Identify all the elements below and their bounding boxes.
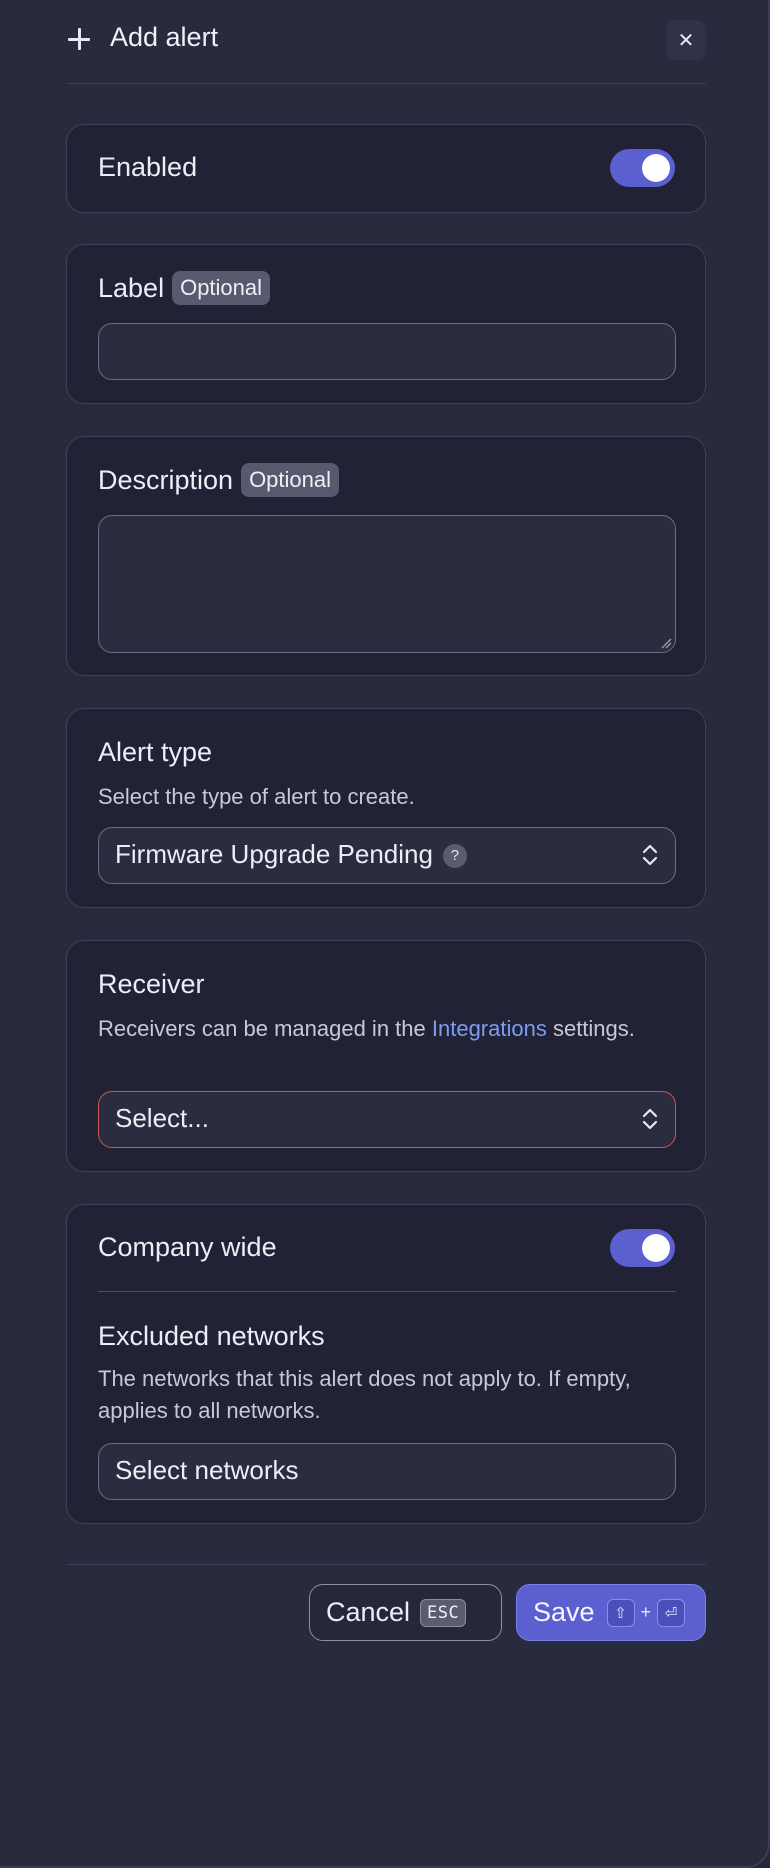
- enabled-toggle[interactable]: [610, 149, 675, 187]
- alert-type-card: Alert type Select the type of alert to c…: [66, 708, 706, 908]
- enter-key-icon: ⏎: [657, 1598, 686, 1627]
- label-card: Label Optional: [66, 244, 706, 404]
- cancel-button[interactable]: Cancel ESC: [309, 1584, 502, 1641]
- networks-placeholder: Select networks: [115, 1455, 299, 1485]
- add-alert-panel: Add alert ✕ Enabled Label Optional Descri…: [0, 0, 770, 1868]
- integrations-link[interactable]: Integrations: [432, 1016, 547, 1041]
- receiver-help-prefix: Receivers can be managed in the: [98, 1016, 432, 1041]
- shift-key-icon: ⇧: [606, 1598, 635, 1627]
- label-field-title: Label: [98, 273, 165, 303]
- plus-separator: +: [640, 1602, 652, 1622]
- save-label: Save: [533, 1597, 595, 1627]
- optional-badge: Optional: [241, 463, 340, 497]
- description-card: Description Optional: [66, 436, 706, 676]
- cancel-label: Cancel: [326, 1597, 411, 1627]
- alert-type-label: Alert type: [98, 737, 213, 767]
- label-field-label: Label Optional: [98, 271, 271, 305]
- toggle-knob: [642, 1234, 670, 1262]
- toggle-knob: [642, 154, 670, 182]
- alert-type-select[interactable]: Firmware Upgrade Pending?: [98, 827, 676, 884]
- receiver-placeholder: Select...: [115, 1103, 209, 1133]
- enabled-label: Enabled: [98, 152, 198, 182]
- receiver-help: Receivers can be managed in the Integrat…: [98, 1013, 678, 1045]
- save-button[interactable]: Save ⇧ + ⏎: [516, 1584, 706, 1641]
- question-icon[interactable]: ?: [442, 844, 467, 868]
- excluded-networks-help: The networks that this alert does not ap…: [98, 1366, 631, 1423]
- receiver-label: Receiver: [98, 969, 205, 999]
- alert-type-help: Select the type of alert to create.: [98, 784, 415, 809]
- divider: [98, 1291, 676, 1292]
- company-wide-label: Company wide: [98, 1232, 277, 1262]
- receiver-select[interactable]: Select...: [98, 1091, 676, 1148]
- save-shortcut-hint: ⇧ + ⏎: [606, 1598, 686, 1627]
- esc-key-hint: ESC: [420, 1598, 467, 1627]
- label-input[interactable]: [98, 323, 676, 380]
- panel-title: Add alert: [110, 22, 219, 52]
- enabled-card: Enabled: [66, 124, 706, 213]
- receiver-help-suffix: settings.: [546, 1016, 635, 1041]
- chevron-updown-icon: [642, 844, 658, 866]
- chevron-updown-icon: [642, 1108, 658, 1130]
- description-field-label: Description Optional: [98, 463, 340, 497]
- receiver-card: Receiver Receivers can be managed in the…: [66, 940, 706, 1172]
- resize-handle-icon[interactable]: [660, 637, 672, 649]
- footer-divider: [66, 1564, 706, 1565]
- networks-select[interactable]: Select networks: [98, 1443, 676, 1500]
- description-textarea[interactable]: [98, 515, 676, 653]
- close-icon: ✕: [677, 29, 695, 52]
- company-wide-card: Company wide Excluded networks The netwo…: [66, 1204, 706, 1524]
- description-field-title: Description: [98, 465, 234, 495]
- company-wide-toggle[interactable]: [610, 1229, 675, 1267]
- close-button[interactable]: ✕: [666, 20, 706, 60]
- alert-type-selected-text: Firmware Upgrade Pending: [115, 839, 433, 869]
- excluded-networks-label: Excluded networks: [98, 1321, 325, 1351]
- alert-type-selected: Firmware Upgrade Pending?: [115, 839, 467, 870]
- optional-badge: Optional: [172, 271, 271, 305]
- panel-header: Add alert: [66, 0, 706, 84]
- plus-icon: [66, 26, 92, 52]
